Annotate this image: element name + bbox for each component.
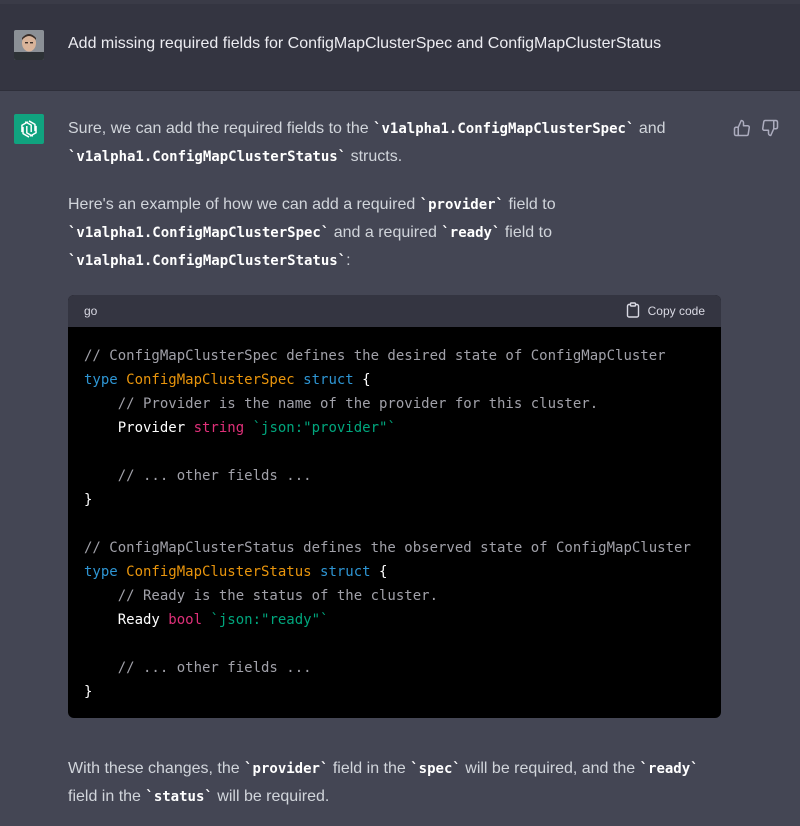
text-span: and a required	[329, 224, 442, 241]
code-text: {	[353, 372, 371, 388]
text-span: will be required.	[212, 788, 330, 805]
text-span: Sure, we can add the required fields to …	[68, 120, 374, 137]
inline-code: `provider`	[419, 197, 504, 213]
code-type: string	[193, 420, 245, 436]
code-text: }	[84, 492, 93, 508]
text-span: and	[634, 120, 666, 137]
code-text: }	[84, 684, 93, 700]
inline-code: `v1alpha1.ConfigMapClusterStatus`	[68, 253, 347, 269]
user-message-row: Add missing required fields for ConfigMa…	[0, 4, 800, 91]
code-comment: // Provider is the name of the provider …	[84, 396, 599, 412]
code-type-name: ConfigMapClusterStatus	[117, 564, 321, 580]
code-string: `json:"ready"`	[202, 612, 329, 628]
clipboard-icon	[626, 301, 640, 321]
user-message-text: Add missing required fields for ConfigMa…	[68, 35, 662, 52]
code-type-name: ConfigMapClusterSpec	[117, 372, 304, 388]
inline-code: `status`	[145, 789, 213, 805]
code-comment: // ConfigMapClusterSpec defines the desi…	[84, 348, 666, 364]
text-span: Here's an example of how we can add a re…	[68, 196, 420, 213]
inline-code: `provider`	[244, 761, 329, 777]
text-span: With these changes, the	[68, 760, 245, 777]
code-comment: // Ready is the status of the cluster.	[84, 588, 439, 604]
text-span: field in the	[68, 788, 146, 805]
code-comment: // ConfigMapClusterStatus defines the ob…	[84, 540, 691, 556]
copy-code-button[interactable]: Copy code	[626, 301, 705, 321]
openai-logo-icon	[14, 114, 44, 144]
code-block-header: go Copy code	[68, 295, 721, 327]
assistant-message-row: Sure, we can add the required fields to …	[0, 91, 800, 826]
text-span: field in the	[328, 760, 411, 777]
copy-code-label: Copy code	[647, 304, 705, 318]
code-field: Provider	[84, 420, 194, 436]
code-keyword: struct	[320, 564, 371, 580]
text-span: will be required, and the	[460, 760, 640, 777]
code-content: // ConfigMapClusterSpec defines the desi…	[68, 327, 721, 704]
text-span: structs.	[346, 148, 403, 165]
inline-code: `v1alpha1.ConfigMapClusterSpec`	[68, 225, 330, 241]
code-comment: // ... other fields ...	[84, 468, 312, 484]
code-keyword: type	[84, 564, 118, 580]
response-paragraph-3: With these changes, the `provider` field…	[68, 755, 708, 811]
inline-code: `ready`	[639, 761, 699, 777]
code-keyword: type	[84, 372, 118, 388]
response-paragraph-2: Here's an example of how we can add a re…	[68, 191, 708, 275]
code-type: bool	[168, 612, 203, 628]
code-field: Ready	[84, 612, 169, 628]
code-string: `json:"provider"`	[244, 420, 396, 436]
user-avatar	[14, 30, 44, 60]
code-block: go Copy code // ConfigMapClusterSpec def…	[68, 295, 721, 718]
thumbs-down-icon[interactable]	[761, 119, 779, 137]
code-comment: // ... other fields ...	[84, 660, 312, 676]
inline-code: `v1alpha1.ConfigMapClusterSpec`	[373, 121, 635, 137]
code-text: {	[370, 564, 388, 580]
inline-code: `ready`	[441, 225, 501, 241]
inline-code: `spec`	[410, 761, 461, 777]
feedback-buttons	[733, 119, 779, 137]
code-language-label: go	[84, 304, 98, 318]
response-paragraph-1: Sure, we can add the required fields to …	[68, 115, 708, 171]
text-span: field to	[500, 224, 552, 241]
thumbs-up-icon[interactable]	[733, 119, 751, 137]
text-span: :	[346, 252, 351, 269]
inline-code: `v1alpha1.ConfigMapClusterStatus`	[68, 149, 347, 165]
code-keyword: struct	[303, 372, 354, 388]
text-span: field to	[504, 196, 556, 213]
